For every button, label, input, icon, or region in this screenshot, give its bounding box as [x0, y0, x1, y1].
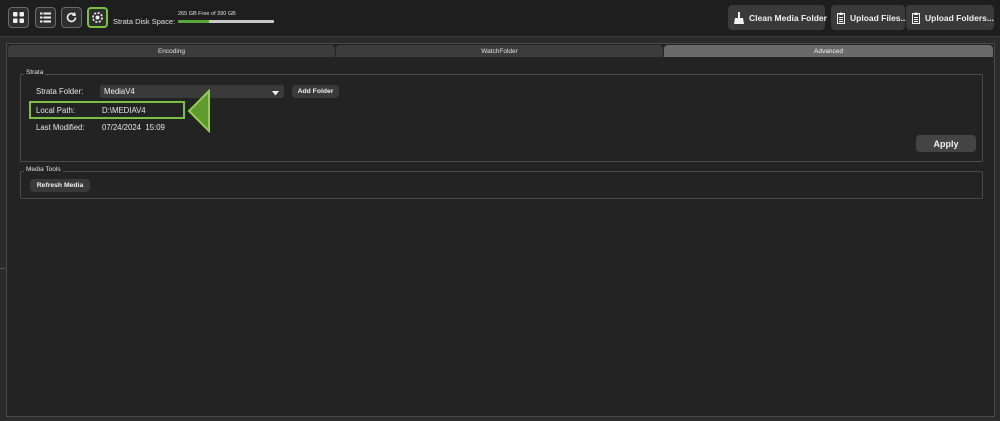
- media-tools-group: [20, 171, 983, 199]
- local-path-highlight: [29, 101, 185, 119]
- chevron-down-icon: [272, 89, 279, 98]
- strata-folder-value: MediaV4: [104, 87, 135, 96]
- upload-file-icon: [837, 11, 845, 24]
- add-folder-button[interactable]: Add Folder: [292, 85, 339, 98]
- callout-arrow-icon: [187, 89, 210, 133]
- disk-space-label: Strata Disk Space:: [113, 17, 176, 26]
- apply-button[interactable]: Apply: [916, 135, 976, 152]
- grid-icon: [13, 12, 24, 23]
- list-view-button[interactable]: [35, 7, 56, 28]
- upload-files-label: Upload Files...: [850, 12, 908, 23]
- settings-icon: [92, 12, 103, 23]
- clean-media-folder-label: Clean Media Folder: [749, 12, 827, 23]
- grid-view-button[interactable]: [8, 7, 29, 28]
- tab-encoding[interactable]: Encoding: [8, 45, 335, 57]
- upload-folder-icon: [912, 11, 920, 24]
- refresh-icon: [66, 12, 77, 23]
- clean-media-folder-button[interactable]: Clean Media Folder: [728, 5, 827, 30]
- last-modified-label: Last Modified:: [36, 123, 85, 132]
- media-tools-group-title: Media Tools: [24, 166, 63, 173]
- strata-group-title: Strata: [24, 69, 46, 76]
- disk-usage-bar: [178, 20, 274, 23]
- settings-button[interactable]: [87, 7, 108, 28]
- disk-free-text: 265 GB Free of 390 GB: [178, 11, 236, 17]
- refresh-media-button[interactable]: Refresh Media: [30, 179, 90, 192]
- disk-usage-fill: [178, 20, 209, 23]
- sync-button[interactable]: [61, 7, 82, 28]
- upload-files-button[interactable]: Upload Files...: [831, 5, 908, 30]
- upload-folders-button[interactable]: Upload Folders...: [906, 5, 994, 30]
- tab-advanced[interactable]: Advanced: [664, 45, 993, 57]
- upload-folders-label: Upload Folders...: [925, 12, 994, 23]
- top-toolbar: Strata Disk Space: 265 GB Free of 390 GB…: [0, 0, 1000, 37]
- splitter-handle[interactable]: [0, 268, 5, 269]
- broom-icon: [734, 11, 744, 24]
- last-modified-value: 07/24/2024 15:09: [102, 123, 165, 132]
- list-icon: [40, 12, 51, 23]
- strata-folder-label: Strata Folder:: [36, 87, 84, 96]
- tab-watchfolder[interactable]: WatchFolder: [336, 45, 663, 57]
